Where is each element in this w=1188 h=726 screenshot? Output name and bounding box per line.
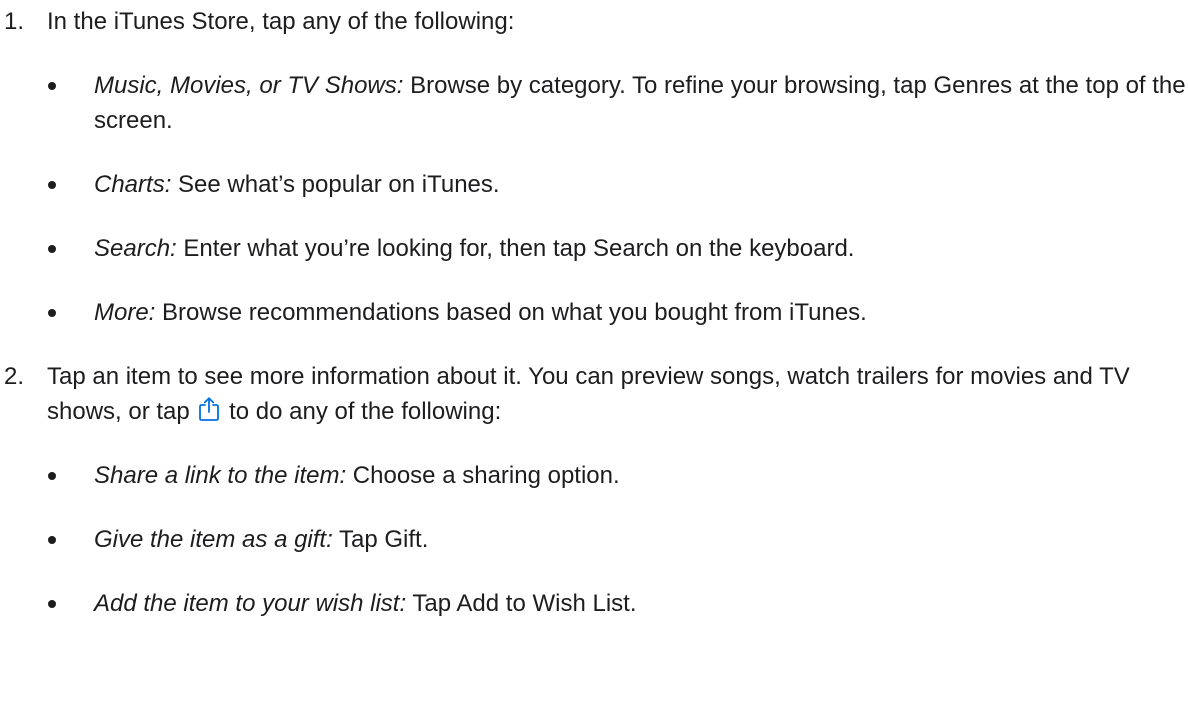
bullet-lead: More:	[94, 299, 156, 326]
bullet-icon	[48, 536, 56, 544]
bullet-lead: Share a link to the item:	[94, 462, 347, 489]
list-item: Charts: See what’s popular on iTunes.	[47, 167, 1188, 202]
bullet-icon	[48, 181, 56, 189]
share-icon	[198, 396, 220, 422]
list-item: Add the item to your wish list: Tap Add …	[47, 586, 1188, 621]
bullet-list: Share a link to the item: Choose a shari…	[47, 458, 1188, 621]
bullet-icon	[48, 245, 56, 253]
bullet-icon	[48, 309, 56, 317]
bullet-list: Music, Movies, or TV Shows: Browse by ca…	[47, 68, 1188, 330]
bullet-lead: Add the item to your wish list:	[94, 590, 407, 617]
bullet-text: Choose a sharing option.	[346, 462, 620, 489]
list-item: Give the item as a gift: Tap Gift.	[47, 522, 1188, 557]
bullet-icon	[48, 472, 56, 480]
list-item: Search: Enter what you’re looking for, t…	[47, 231, 1188, 266]
step-text-after-icon: to do any of the following:	[222, 398, 502, 425]
step-2: 2. Tap an item to see more information a…	[0, 359, 1188, 621]
bullet-lead: Music, Movies, or TV Shows:	[94, 72, 404, 99]
bullet-text: Tap Gift.	[332, 526, 429, 553]
bullet-lead: Give the item as a gift:	[94, 526, 333, 553]
bullet-text: Tap Add to Wish List.	[406, 590, 637, 617]
step-number: 2.	[4, 363, 25, 390]
bullet-text: Browse recommendations based on what you…	[155, 299, 867, 326]
step-1: 1. In the iTunes Store, tap any of the f…	[0, 4, 1188, 330]
bullet-text: Enter what you’re looking for, then tap …	[176, 235, 855, 262]
bullet-lead: Search:	[94, 235, 177, 262]
instructions-document: 1. In the iTunes Store, tap any of the f…	[0, 0, 1188, 621]
step-text: In the iTunes Store, tap any of the foll…	[47, 8, 515, 35]
step-text: Tap an item to see more information abou…	[47, 359, 1188, 429]
list-item: Music, Movies, or TV Shows: Browse by ca…	[47, 68, 1188, 138]
bullet-text: See what’s popular on iTunes.	[171, 171, 500, 198]
list-item: More: Browse recommendations based on wh…	[47, 295, 1188, 330]
bullet-lead: Charts:	[94, 171, 172, 198]
list-item: Share a link to the item: Choose a shari…	[47, 458, 1188, 493]
bullet-icon	[48, 82, 56, 90]
step-number: 1.	[4, 8, 25, 35]
bullet-icon	[48, 600, 56, 608]
